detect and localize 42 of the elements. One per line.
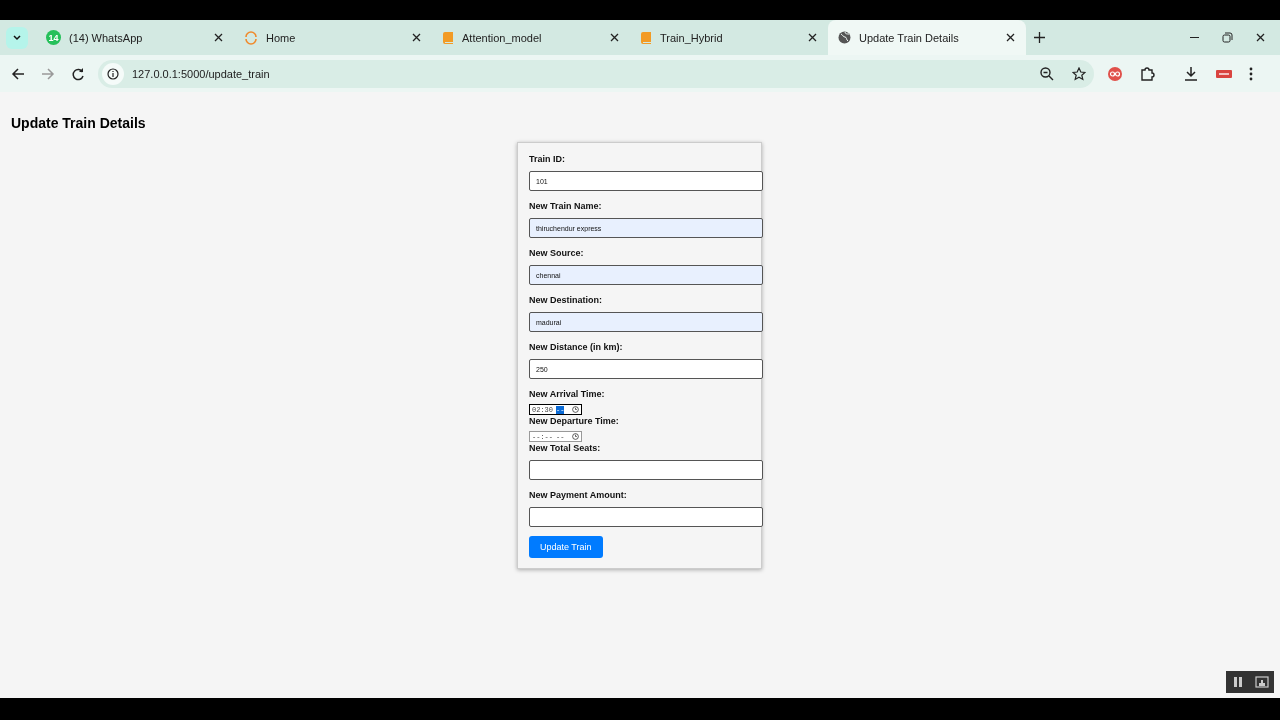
info-icon[interactable]: [102, 62, 124, 85]
plus-icon: [1034, 32, 1045, 43]
browser-tab[interactable]: Attention_model: [432, 20, 630, 55]
picture-in-picture-icon: [1255, 676, 1269, 688]
notebook-icon: [442, 31, 454, 44]
field-label: Train ID:: [529, 153, 566, 165]
close-icon[interactable]: [213, 32, 224, 43]
address-bar[interactable]: 127.0.0.1:5000/update_train: [98, 59, 1094, 88]
clock-icon: [572, 433, 579, 440]
field-label: New Train Name:: [529, 200, 603, 212]
browser-tab[interactable]: Home: [234, 20, 432, 55]
close-icon[interactable]: [1005, 32, 1016, 43]
zoom-out-icon[interactable]: [1040, 66, 1054, 81]
field-label: New Destination:: [529, 294, 603, 306]
field-label: New Payment Amount:: [529, 489, 628, 501]
spinner-icon: [244, 30, 258, 45]
clock-icon: [572, 406, 579, 413]
close-icon: [1255, 32, 1266, 43]
globe-icon: [838, 31, 851, 44]
browser-tab[interactable]: Update Train Details: [828, 20, 1026, 55]
pause-icon: [1232, 676, 1244, 688]
url-text: 127.0.0.1:5000/update_train: [132, 67, 271, 80]
field-label: New Source:: [529, 247, 585, 259]
field-label: New Departure Time:: [529, 415, 620, 427]
notebook-icon: [640, 31, 652, 44]
tab-search-button[interactable]: [6, 26, 28, 49]
bookmark-star-icon[interactable]: [1072, 66, 1086, 81]
chat-icon: 14: [46, 30, 61, 45]
browser-tab[interactable]: 14 (14) WhatsApp: [36, 20, 234, 55]
restore-icon: [1222, 32, 1233, 43]
chevron-down-icon: [12, 32, 22, 43]
update-train-button[interactable]: Update Train: [529, 536, 603, 558]
field-label: New Distance (in km):: [529, 341, 624, 353]
close-icon[interactable]: [609, 32, 620, 43]
text-input[interactable]: [529, 507, 763, 527]
text-input[interactable]: [529, 460, 763, 480]
browser-tab[interactable]: Train_Hybrid: [630, 20, 828, 55]
close-icon[interactable]: [411, 32, 422, 43]
page-heading: Update Train Details: [11, 115, 147, 131]
close-icon[interactable]: [807, 32, 818, 43]
field-label: New Arrival Time:: [529, 388, 606, 400]
field-label: New Total Seats:: [529, 442, 602, 454]
